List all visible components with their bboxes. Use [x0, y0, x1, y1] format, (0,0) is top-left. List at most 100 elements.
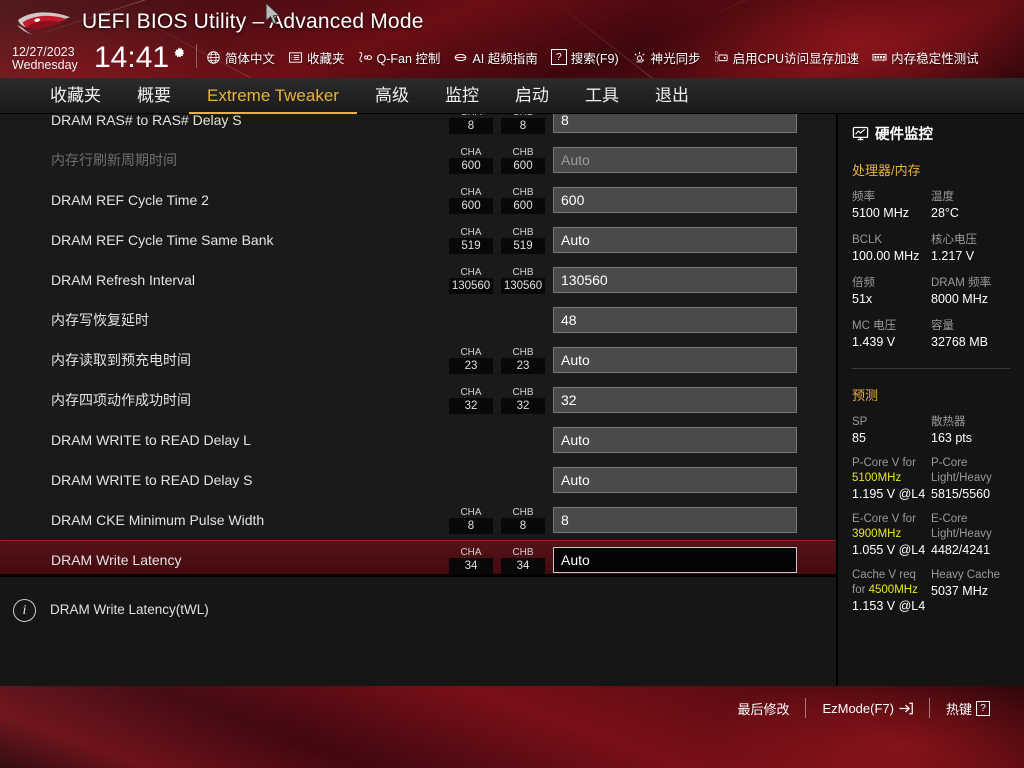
channel-a-readout: CHA 32 — [449, 387, 493, 414]
aura-icon — [634, 51, 645, 62]
settings-row[interactable]: 内存四项动作成功时间 CHA 32 CHB 32 32 — [0, 380, 836, 420]
settings-row[interactable]: 内存读取到预充电时间 CHA 23 CHB 23 Auto — [0, 340, 836, 380]
stat-key: MC 电压 — [852, 320, 897, 332]
setting-label: DRAM WRITE to READ Delay L — [51, 432, 251, 448]
setting-value-input[interactable]: 48 — [553, 307, 797, 333]
toolbar-label: Q-Fan 控制 — [376, 51, 441, 66]
toolbar-label: 内存稳定性测试 — [891, 51, 979, 66]
settings-row[interactable]: 内存行刷新周期时间 CHA 600 CHB 600 Auto — [0, 140, 836, 180]
setting-label: DRAM RAS# to RAS# Delay S — [51, 114, 242, 128]
setting-value-input[interactable]: 8 — [553, 507, 797, 533]
channel-b-label: CHB — [512, 346, 534, 358]
tab-main[interactable]: 概要 — [119, 78, 189, 114]
prediction-key: E-Core V for 3900MHz — [852, 512, 931, 542]
fan-icon — [358, 51, 372, 62]
stat-key: BCLK — [852, 234, 883, 246]
settings-row[interactable]: DRAM Refresh Interval CHA 130560 CHB 130560 1… — [0, 260, 836, 300]
setting-value-input[interactable]: Auto — [553, 547, 797, 573]
header-separator — [196, 44, 197, 68]
toolbar-item-language[interactable]: 简体中文 — [206, 48, 275, 67]
prediction-value: 5037 MHz — [931, 584, 988, 598]
channel-b-readout: CHB 519 — [501, 227, 545, 254]
toolbar-label: 收藏夹 — [307, 51, 345, 66]
weekday-text: Wednesday — [12, 58, 78, 72]
toolbar-item-memtest[interactable]: 内存稳定性测试 — [872, 48, 979, 67]
last-modified-button[interactable]: 最后修改 — [721, 699, 805, 718]
footer-links: 最后修改 EzMode(F7) 热键 ? — [721, 698, 1006, 718]
setting-value-input[interactable]: 32 — [553, 387, 797, 413]
prediction-grid: SP 85 散热器 163 pts P-Core V for 5100MHz 1.195 … — [852, 415, 1010, 624]
settings-row[interactable]: DRAM CKE Minimum Pulse Width CHA 8 CHB 8 8 — [0, 500, 836, 540]
stat-value: 8000 MHz — [931, 292, 988, 306]
app-header: UEFI BIOS Utility – Advanced Mode 12/27/… — [0, 0, 1024, 78]
scrollbar-track[interactable] — [826, 114, 831, 574]
prediction-stat: E-Core Light/Heavy 4482/4241 — [931, 512, 1010, 558]
hardware-monitor-sidebar: 硬件监控 处理器/内存 频率 5100 MHz 温度 28°C BCLK 100… — [836, 114, 1024, 686]
settings-row[interactable]: 内存写恢复延时 48 — [0, 300, 836, 340]
toolbar-item-resizable-bar[interactable]: 启用CPU访问显存加速 — [714, 48, 859, 67]
stat-value: 28°C — [931, 206, 959, 220]
stat-mc-voltage: MC 电压 1.439 V — [852, 319, 931, 350]
setting-value-input[interactable]: Auto — [553, 467, 797, 493]
setting-value-input[interactable]: 8 — [553, 114, 797, 133]
toolbar-item-favorites[interactable]: 收藏夹 — [288, 48, 345, 67]
globe-icon — [207, 50, 220, 64]
tab-favorites[interactable]: 收藏夹 — [32, 78, 119, 114]
setting-label: DRAM REF Cycle Time 2 — [51, 192, 209, 208]
channel-b-label: CHB — [512, 226, 534, 238]
channel-b-value: 8 — [501, 117, 545, 134]
tab-tool[interactable]: 工具 — [567, 78, 637, 114]
channel-a-value: 8 — [449, 517, 493, 534]
ezmode-button[interactable]: EzMode(F7) — [806, 701, 929, 716]
channel-b-readout: CHB8 — [501, 507, 545, 534]
tab-extreme-tweaker[interactable]: Extreme Tweaker — [189, 78, 357, 114]
settings-row-selected[interactable]: DRAM Write Latency CHA 34 CHB 34 Auto — [0, 540, 836, 574]
settings-row[interactable]: DRAM REF Cycle Time 2 CHA 600 CHB 600 600 — [0, 180, 836, 220]
channel-a-value: 600 — [449, 157, 493, 174]
tab-boot[interactable]: 启动 — [497, 78, 567, 114]
prediction-stat: Cache V req for 4500MHz 1.153 V @L4 — [852, 568, 931, 614]
stat-value: 100.00 MHz — [852, 249, 920, 263]
channel-a-value: 130560 — [449, 277, 493, 294]
toolbar-item-qfan[interactable]: Q-Fan 控制 — [358, 48, 441, 67]
channel-b-label: CHB — [512, 266, 534, 278]
sidebar-section-cpu: 处理器/内存 — [852, 163, 921, 178]
setting-value-input[interactable]: Auto — [553, 427, 797, 453]
settings-row[interactable]: DRAM RAS# to RAS# Delay SCHA8CHB88 — [0, 114, 836, 140]
app-footer: 最后修改 EzMode(F7) 热键 ? 值 什么值得买 Version 2.2… — [0, 686, 1024, 768]
question-box-icon: ? — [550, 49, 567, 65]
setting-label: DRAM Write Latency — [51, 552, 182, 568]
ezmode-label: EzMode(F7) — [822, 700, 894, 716]
channel-b-value: 519 — [501, 237, 545, 254]
setting-label: 内存四项动作成功时间 — [51, 392, 191, 408]
prediction-value: 1.195 V @L4 — [852, 487, 926, 501]
gear-icon[interactable] — [171, 46, 187, 62]
arrow-into-bracket-icon — [899, 702, 913, 714]
toolbar-item-aura-sync[interactable]: 神光同步 — [632, 48, 701, 67]
toolbar-item-ai-oc-guide[interactable]: AI 超频指南 — [453, 48, 538, 67]
page-title: UEFI BIOS Utility – Advanced Mode — [82, 10, 424, 33]
setting-value-input[interactable]: 600 — [553, 187, 797, 213]
toolbar-item-search[interactable]: ? 搜索(F9) — [550, 48, 619, 67]
setting-value-input[interactable]: Auto — [553, 227, 797, 253]
prediction-value: 85 — [852, 431, 866, 445]
settings-row[interactable]: DRAM WRITE to READ Delay S Auto — [0, 460, 836, 500]
stat-core-voltage: 核心电压 1.217 V — [931, 233, 1010, 264]
setting-value-input[interactable]: Auto — [553, 347, 797, 373]
settings-row[interactable]: DRAM REF Cycle Time Same Bank CHA 519 CHB 51… — [0, 220, 836, 260]
prediction-value: 4482/4241 — [931, 543, 991, 557]
setting-value-input[interactable]: 130560 — [553, 267, 797, 293]
tab-exit[interactable]: 退出 — [637, 78, 707, 114]
setting-value-input[interactable]: Auto — [553, 147, 797, 173]
channel-b-value: 600 — [501, 157, 545, 174]
setting-label: DRAM CKE Minimum Pulse Width — [51, 512, 265, 528]
stat-value: 32768 MB — [931, 335, 988, 349]
monitor-icon — [852, 126, 869, 141]
tab-monitor[interactable]: 监控 — [427, 78, 497, 114]
prediction-key: Heavy Cache — [931, 569, 1001, 581]
settings-row[interactable]: DRAM WRITE to READ Delay L Auto — [0, 420, 836, 460]
hotkeys-button[interactable]: 热键 ? — [930, 699, 1006, 718]
stat-key: DRAM 频率 — [931, 277, 992, 289]
memtest-icon — [872, 53, 887, 61]
tab-advanced[interactable]: 高级 — [357, 78, 427, 114]
